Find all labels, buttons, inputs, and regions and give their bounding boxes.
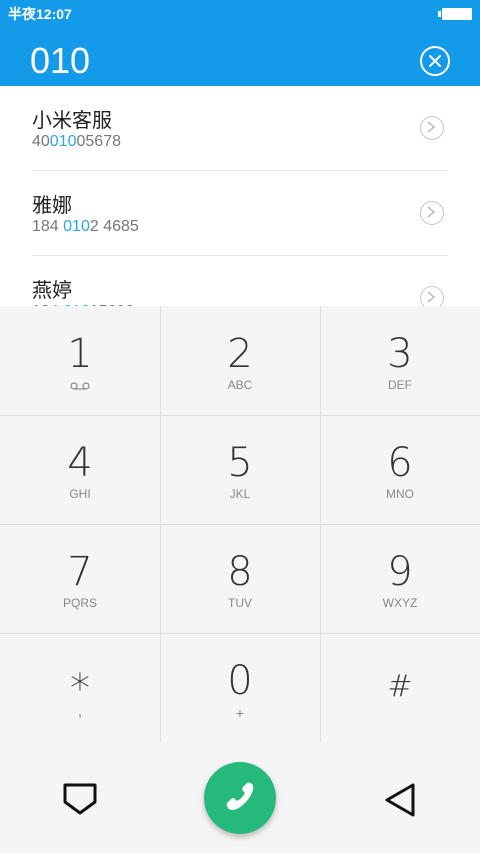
key-letters: , [77,703,83,720]
close-icon [429,55,441,67]
contact-item[interactable]: 燕婷 184 01015090 [32,256,448,306]
key-0[interactable]: 0 + [160,633,320,742]
key-letters: PQRS [62,596,97,610]
key-5[interactable]: 5 JKL [160,415,320,524]
dial-keypad: 1 2 ABC 3 DEF 4 GHI 5 JKL 6 MNO 7 PQRS 8 TUV 9W… [0,306,480,742]
key-4[interactable]: 4 GHI [0,415,160,524]
phone-icon [226,782,254,810]
key-letters: GHI [69,487,91,501]
match-highlight: 010 [49,133,77,150]
key-digit: 0 [227,658,253,704]
key-digit: 6 [387,440,413,486]
key-9[interactable]: 9 WXYZ [320,524,480,633]
key-3[interactable]: 3 DEF [320,306,480,415]
key-digit: 4 [67,440,93,486]
contact-item[interactable]: 小米客服 4001005678 [32,86,448,171]
contact-item[interactable]: 雅娜 184 0102 4685 [32,171,448,256]
key-hash[interactable]: # [320,633,480,742]
contact-number: 184 0102 4685 [32,218,139,235]
key-letters: ABC [227,378,253,392]
key-8[interactable]: 8 TUV [160,524,320,633]
key-2[interactable]: 2 ABC [160,306,320,415]
dialer-header: 半夜12:07 010 [0,0,480,86]
call-button[interactable] [204,762,276,834]
voicemail-icon [70,382,90,390]
key-star[interactable]: *, [0,633,160,742]
key-digit: 7 [67,549,93,595]
contact-number: 4001005678 [32,133,121,150]
contact-detail-button[interactable] [420,201,444,225]
key-letters: + [235,705,245,721]
status-time: 半夜12:07 [8,6,72,22]
key-digit: 5 [227,440,253,486]
contact-detail-button[interactable] [420,116,444,140]
clear-button[interactable] [420,46,450,76]
key-digit: 1 [67,331,93,377]
key-letters: MNO [386,487,414,501]
key-digit: 3 [387,331,413,377]
chevron-right-icon [427,121,436,133]
key-1[interactable]: 1 [0,306,160,415]
key-digit: 2 [227,331,253,377]
key-letters: JKL [229,487,251,501]
key-letters: TUV [228,596,252,610]
key-letters: DEF [388,378,412,392]
match-highlight: 010 [63,218,90,235]
dialed-number[interactable]: 010 [30,40,90,82]
key-digit: 9 [387,549,413,595]
back-icon[interactable] [383,782,417,818]
key-digit: # [387,669,413,704]
contact-results: 小米客服 4001005678 雅娜 184 0102 4685 燕婷 184 … [0,86,480,306]
battery-icon [438,8,472,20]
bottom-bar [0,742,480,853]
key-7[interactable]: 7 PQRS [0,524,160,633]
contact-name: 小米客服 [32,108,112,132]
key-6[interactable]: 6 MNO [320,415,480,524]
chevron-right-icon [427,291,436,303]
key-digit: 8 [227,549,253,595]
key-letters: WXYZ [382,596,418,610]
contact-name: 燕婷 [32,278,72,302]
contact-detail-button[interactable] [420,286,444,306]
collapse-keypad-icon[interactable] [62,782,98,816]
contact-name: 雅娜 [32,193,72,217]
chevron-right-icon [427,206,436,218]
